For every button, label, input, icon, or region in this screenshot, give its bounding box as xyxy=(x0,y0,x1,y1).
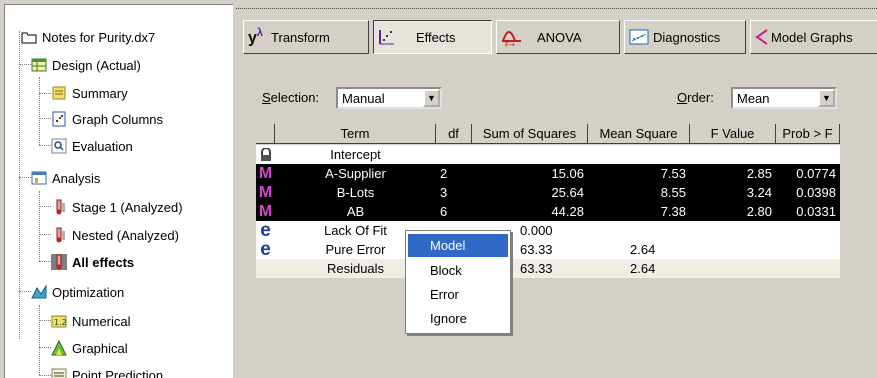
selection-dropdown[interactable]: Manual ▼ xyxy=(336,87,442,109)
row-header-corner xyxy=(256,124,275,144)
error-e-icon[interactable]: e xyxy=(256,220,275,241)
svg-text:F→: F→ xyxy=(505,41,515,47)
effects-plot-icon xyxy=(378,28,396,46)
tree-item-label: Evaluation xyxy=(72,138,133,154)
tab-diagnostics[interactable]: Diagnostics xyxy=(624,20,746,54)
tree-item-label: Design (Actual) xyxy=(52,57,141,73)
tree-item-summary[interactable]: Summary xyxy=(51,83,128,103)
tree-item-all-effects[interactable]: All effects xyxy=(51,252,134,272)
table-row[interactable]: M AB 6 44.28 7.38 2.80 0.0331 xyxy=(256,202,840,221)
col-header-df[interactable]: df xyxy=(436,124,472,144)
col-header-sum-of-squares[interactable]: Sum of Squares xyxy=(472,124,588,144)
tree-item-optimization[interactable]: Optimization xyxy=(31,282,124,302)
model-m-icon[interactable]: M xyxy=(256,203,275,220)
optimization-icon xyxy=(31,284,47,300)
folder-icon xyxy=(21,29,37,45)
tree-item-label: Numerical xyxy=(72,313,131,329)
panel-top-border xyxy=(236,8,877,9)
tree-item-label: Graph Columns xyxy=(72,111,164,127)
order-dropdown[interactable]: Mean ▼ xyxy=(731,87,837,109)
thermometer-icon xyxy=(51,199,67,215)
tree-item-label: Stage 1 (Analyzed) xyxy=(72,199,183,215)
col-header-f-value[interactable]: F Value xyxy=(690,124,776,144)
effects-table: Term df Sum of Squares Mean Square F Val… xyxy=(256,124,859,378)
numerical-icon: 1.2 xyxy=(51,313,67,329)
lock-icon[interactable] xyxy=(256,146,275,163)
tree-item-stage1[interactable]: Stage 1 (Analyzed) xyxy=(51,197,183,217)
tab-anova[interactable]: F→ ANOVA xyxy=(496,20,620,54)
order-label: Order: xyxy=(677,90,714,105)
anova-f-icon: F→ xyxy=(501,27,523,47)
tree-item-nested[interactable]: Nested (Analyzed) xyxy=(51,225,179,245)
menu-item-model[interactable]: Model xyxy=(408,234,508,257)
menu-item-ignore[interactable]: Ignore xyxy=(408,307,508,330)
tab-transform[interactable]: yλ Transform xyxy=(243,20,369,54)
chevron-down-icon[interactable]: ▼ xyxy=(818,89,835,107)
error-e-icon[interactable]: e xyxy=(256,239,275,260)
tree-item-label: Summary xyxy=(72,85,128,101)
chevron-down-icon[interactable]: ▼ xyxy=(423,89,440,107)
tree-item-label: Analysis xyxy=(52,170,101,186)
tree-item-numerical[interactable]: 1.2 Numerical xyxy=(51,311,131,331)
tree-item-graphical[interactable]: Graphical xyxy=(51,338,128,358)
term-context-menu: Model Block Error Ignore xyxy=(405,230,511,334)
table-row[interactable]: Residuals 63.33 2.64 xyxy=(256,259,840,278)
selection-value: Manual xyxy=(342,90,385,106)
tree-item-graph-columns[interactable]: Graph Columns xyxy=(51,109,163,129)
menu-item-block[interactable]: Block xyxy=(408,259,508,282)
table-row[interactable]: Intercept xyxy=(256,145,840,164)
tree-item-label: Point Prediction xyxy=(72,367,164,378)
analysis-icon xyxy=(31,170,47,186)
thermometer-icon xyxy=(51,227,67,243)
svg-text:1.2: 1.2 xyxy=(54,318,67,327)
diagnostics-plot-icon xyxy=(629,29,649,45)
design-table-icon xyxy=(31,57,47,73)
table-row[interactable]: e Pure Error 63.33 2.64 xyxy=(256,239,840,260)
navigation-tree: Notes for Purity.dx7 Design (Actual) Sum… xyxy=(4,4,233,378)
transform-lambda-icon: yλ xyxy=(248,26,264,47)
summary-icon xyxy=(51,85,67,101)
model-m-icon[interactable]: M xyxy=(256,184,275,201)
tree-item-label: Notes for Purity.dx7 xyxy=(42,29,156,45)
tree-item-label: Nested (Analyzed) xyxy=(72,227,179,243)
graph-columns-icon xyxy=(51,111,67,127)
point-prediction-icon xyxy=(51,367,67,378)
graphical-icon xyxy=(51,339,67,356)
col-header-prob-f[interactable]: Prob > F xyxy=(776,124,840,144)
model-graphs-icon xyxy=(755,28,769,46)
col-header-term[interactable]: Term xyxy=(275,124,436,144)
evaluation-magnifier-icon xyxy=(51,138,67,154)
tree-item-evaluation[interactable]: Evaluation xyxy=(51,136,133,156)
tree-item-design[interactable]: Design (Actual) xyxy=(31,55,141,75)
tree-item-label: Optimization xyxy=(52,284,125,300)
table-row[interactable]: M A-Supplier 2 15.06 7.53 2.85 0.0774 xyxy=(256,164,840,183)
col-header-mean-square[interactable]: Mean Square xyxy=(588,124,690,144)
analysis-panel: yλ Transform Effects F→ ANOVA Diagnostic… xyxy=(236,14,877,378)
menu-item-error[interactable]: Error xyxy=(408,283,508,306)
tab-model-graphs[interactable]: Model Graphs xyxy=(750,20,877,54)
tab-effects[interactable]: Effects xyxy=(373,20,492,54)
tree-item-label: All effects xyxy=(72,254,135,270)
tree-item-analysis[interactable]: Analysis xyxy=(31,168,100,188)
model-m-icon[interactable]: M xyxy=(256,165,275,182)
thermometer-icon xyxy=(51,254,67,270)
selection-label: Selection: xyxy=(262,90,320,105)
table-row[interactable]: M B-Lots 3 25.64 8.55 3.24 0.0398 xyxy=(256,183,840,202)
tree-item-label: Graphical xyxy=(72,340,128,356)
order-value: Mean xyxy=(737,90,770,106)
table-row[interactable]: e Lack Of Fit 0.000 xyxy=(256,220,840,241)
tree-item-root[interactable]: Notes for Purity.dx7 xyxy=(21,27,155,47)
tree-item-point-prediction[interactable]: Point Prediction xyxy=(51,365,163,378)
